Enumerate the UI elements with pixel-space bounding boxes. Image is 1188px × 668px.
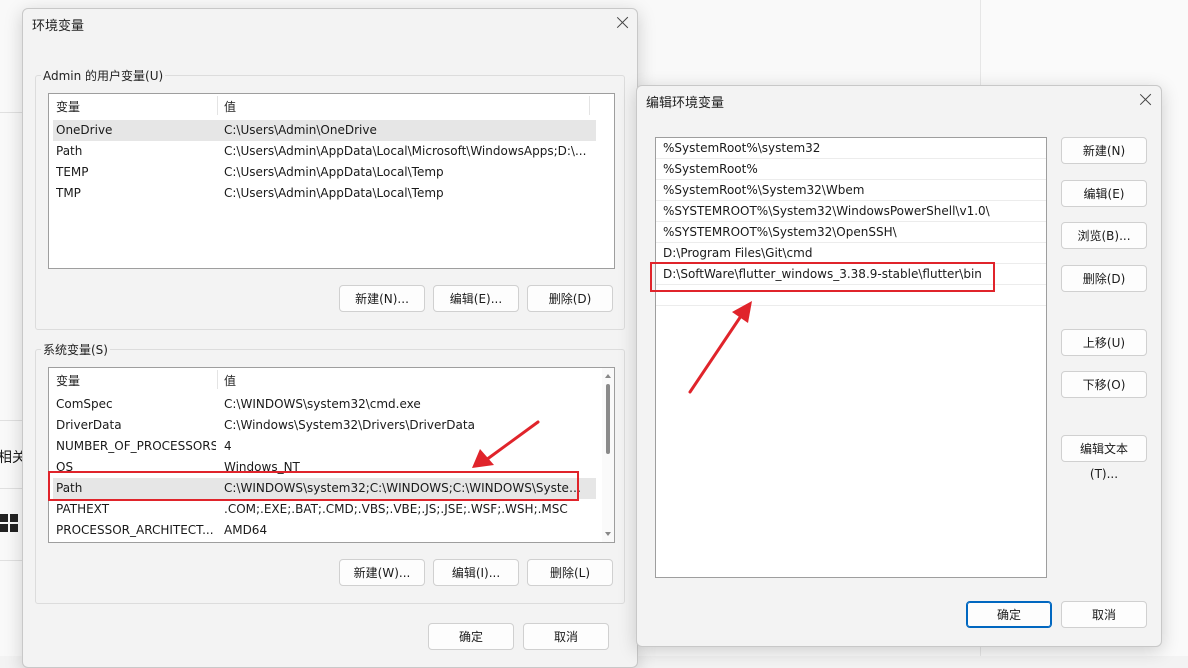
table-row[interactable]: OneDrive C:\Users\Admin\OneDrive [53,120,596,141]
column-header-variable[interactable]: 变量 [56,372,80,389]
move-up-button[interactable]: 上移(U) [1061,329,1147,356]
path-entries-list[interactable]: %SystemRoot%\system32 %SystemRoot% %Syst… [655,137,1047,578]
close-icon[interactable] [1136,90,1156,110]
user-variables-label: Admin 的用户变量(U) [41,67,166,84]
cancel-button[interactable]: 取消 [1061,601,1147,628]
user-new-button[interactable]: 新建(N)... [339,285,425,312]
scroll-thumb[interactable] [606,384,610,454]
dialog-title: 环境变量 [32,19,85,34]
env-variables-dialog: 环境变量 Admin 的用户变量(U) 变量 值 OneDrive C:\Use… [22,8,638,668]
background-divider [0,112,24,113]
edit-env-variable-dialog: 编辑环境变量 %SystemRoot%\system32 %SystemRoot… [636,85,1162,647]
system-new-button[interactable]: 新建(W)... [339,559,425,586]
close-icon[interactable] [613,13,633,33]
path-delete-button[interactable]: 删除(D) [1061,265,1147,292]
edit-text-button[interactable]: 编辑文本(T)... [1061,435,1147,481]
list-item[interactable]: %SystemRoot%\System32\Wbem [656,180,1046,201]
user-edit-button[interactable]: 编辑(E)... [433,285,519,312]
cancel-button[interactable]: 取消 [523,623,609,650]
table-header: 变量 值 [49,94,614,117]
windows-logo-icon[interactable] [0,514,20,534]
table-row[interactable]: NUMBER_OF_PROCESSORS 4 [53,436,596,457]
list-item[interactable]: D:\Program Files\Git\cmd [656,243,1046,264]
table-row[interactable]: TEMP C:\Users\Admin\AppData\Local\Temp [53,162,596,183]
background-divider [0,420,24,421]
table-row[interactable]: ComSpec C:\WINDOWS\system32\cmd.exe [53,394,596,415]
path-new-button[interactable]: 新建(N) [1061,137,1147,164]
list-item[interactable]: %SYSTEMROOT%\System32\WindowsPowerShell\… [656,201,1046,222]
system-variables-label: 系统变量(S) [41,341,110,358]
system-edit-button[interactable]: 编辑(I)... [433,559,519,586]
path-edit-button[interactable]: 编辑(E) [1061,180,1147,207]
move-down-button[interactable]: 下移(O) [1061,371,1147,398]
table-row[interactable]: PATHEXT .COM;.EXE;.BAT;.CMD;.VBS;.VBE;.J… [53,499,596,520]
annotation-highlight-flutter-path [650,262,995,292]
system-variables-table[interactable]: 变量 值 ComSpec C:\WINDOWS\system32\cmd.exe… [48,367,615,543]
scroll-up-icon[interactable] [605,374,611,378]
system-delete-button[interactable]: 删除(L) [527,559,613,586]
path-browse-button[interactable]: 浏览(B)... [1061,222,1147,249]
background-divider [0,560,24,561]
user-delete-button[interactable]: 删除(D) [527,285,613,312]
column-header-value[interactable]: 值 [224,372,236,389]
table-row[interactable]: TMP C:\Users\Admin\AppData\Local\Temp [53,183,596,204]
column-header-value[interactable]: 值 [224,98,236,115]
ok-button[interactable]: 确定 [966,601,1052,628]
table-row[interactable]: PROCESSOR_ARCHITECT... AMD64 [53,520,596,541]
list-item[interactable]: %SystemRoot%\system32 [656,138,1046,159]
background-divider [0,488,24,489]
user-variables-table[interactable]: 变量 值 OneDrive C:\Users\Admin\OneDrive Pa… [48,93,615,269]
list-item[interactable]: %SystemRoot% [656,159,1046,180]
column-header-variable[interactable]: 变量 [56,98,80,115]
system-table-scrollbar[interactable] [602,368,614,542]
scroll-down-icon[interactable] [605,532,611,536]
dialog-title: 编辑环境变量 [646,96,725,111]
list-item[interactable]: %SYSTEMROOT%\System32\OpenSSH\ [656,222,1046,243]
ok-button[interactable]: 确定 [428,623,514,650]
table-header: 变量 值 [49,368,614,391]
annotation-highlight-system-path [48,471,579,501]
table-row[interactable]: DriverData C:\Windows\System32\Drivers\D… [53,415,596,436]
table-row[interactable]: Path C:\Users\Admin\AppData\Local\Micros… [53,141,596,162]
